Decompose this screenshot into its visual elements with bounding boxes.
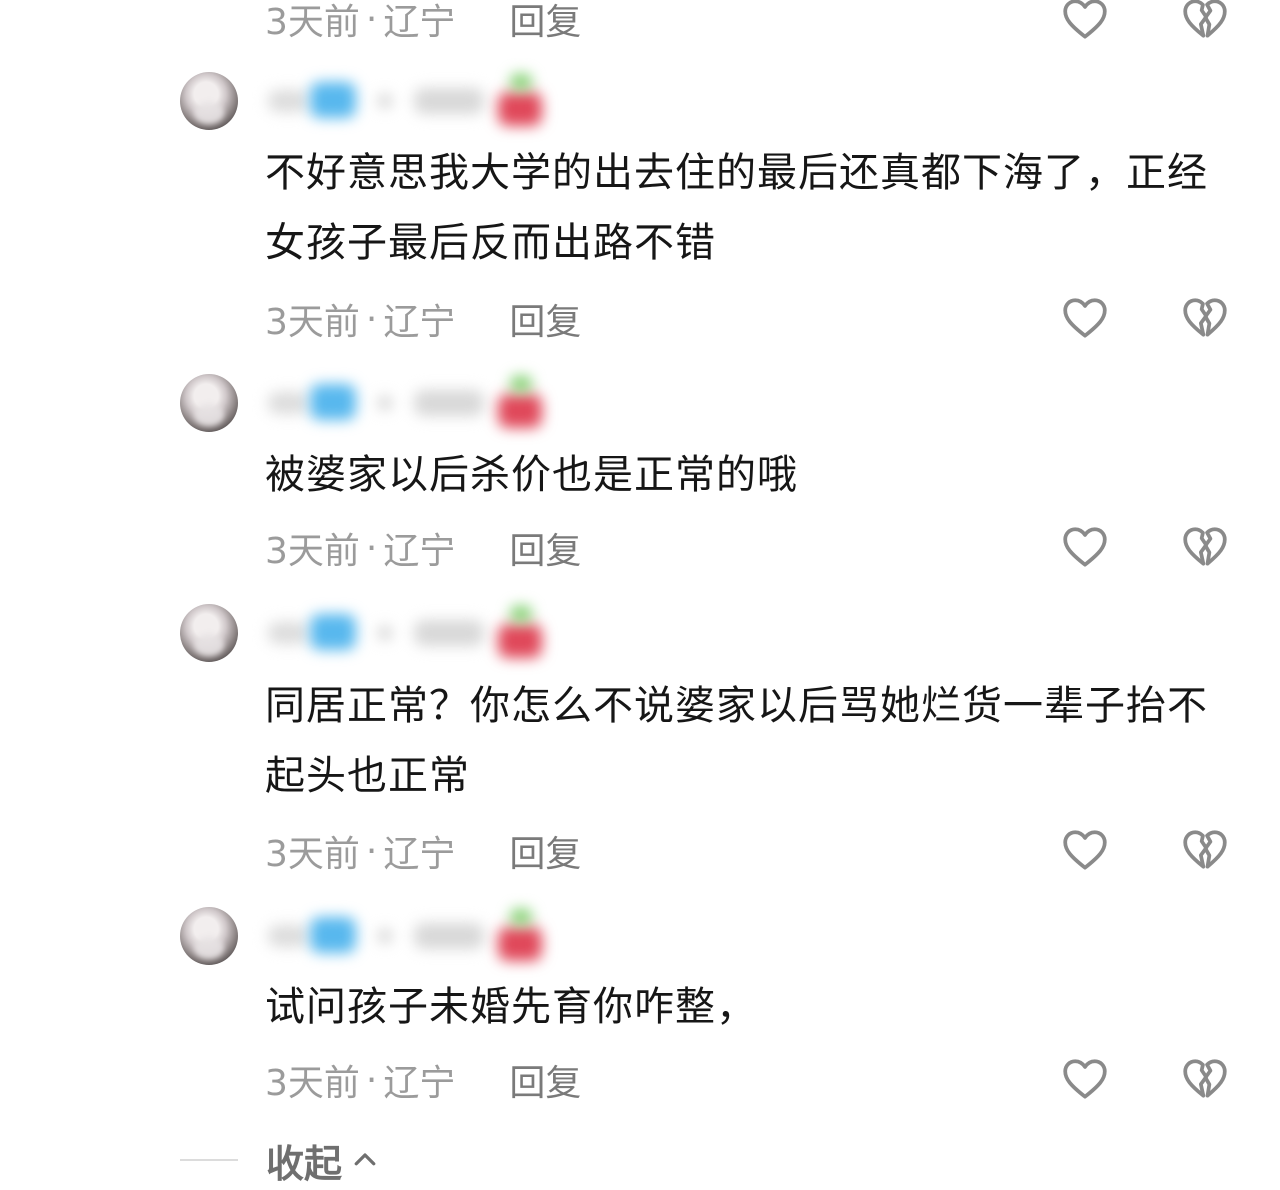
avatar[interactable] xyxy=(180,72,238,130)
meta-separator: · xyxy=(365,527,378,569)
dislike-button[interactable] xyxy=(1178,291,1232,345)
comment-time: 3天前 xyxy=(265,2,360,43)
meta-separator: · xyxy=(365,1059,378,1101)
comment-meta: 3天前 · 辽宁 回复 xyxy=(265,1055,581,1105)
comment-text: 不好意思我大学的出去住的最后还真都下海了，正经女孩子最后反而出路不错 xyxy=(265,150,1208,266)
comment-time: 3天前 xyxy=(265,531,360,572)
broken-heart-icon xyxy=(1183,0,1227,38)
comment-time: 3天前 xyxy=(265,1063,360,1104)
like-button[interactable] xyxy=(1058,1052,1112,1106)
dislike-button[interactable] xyxy=(1178,823,1232,877)
heart-outline-icon xyxy=(1063,0,1107,39)
reply-button[interactable]: 回复 xyxy=(509,293,581,345)
comment-text: 同居正常？你怎么不说婆家以后骂她烂货一辈子抬不起头也正常 xyxy=(265,683,1208,799)
comment-location: 辽宁 xyxy=(383,2,456,43)
broken-heart-icon xyxy=(1183,830,1227,869)
divider-line xyxy=(180,1159,238,1161)
heart-outline-icon xyxy=(1063,527,1107,567)
reply-button[interactable]: 回复 xyxy=(509,0,581,45)
broken-heart-icon xyxy=(1183,1059,1227,1098)
like-button[interactable] xyxy=(1058,520,1112,574)
username-blurred[interactable] xyxy=(248,907,548,965)
comment-text: 被婆家以后杀价也是正常的哦 xyxy=(265,452,798,498)
heart-outline-icon xyxy=(1063,298,1107,338)
comment-time: 3天前 xyxy=(265,834,360,875)
broken-heart-icon xyxy=(1183,527,1227,566)
dislike-button[interactable] xyxy=(1178,1052,1232,1106)
collapse-label: 收起 xyxy=(266,1141,343,1186)
username-blurred[interactable] xyxy=(248,374,548,432)
comment-text: 试问孩子未婚先育你咋整， xyxy=(265,984,757,1030)
comment-location: 辽宁 xyxy=(383,531,456,572)
comment-meta: 3天前 · 辽宁 回复 xyxy=(265,826,581,876)
comment-location: 辽宁 xyxy=(383,1063,456,1104)
meta-separator: · xyxy=(365,0,378,40)
comment-meta: 3天前 · 辽宁 回复 xyxy=(265,0,581,44)
comment-location: 辽宁 xyxy=(383,834,456,875)
heart-outline-icon xyxy=(1063,1059,1107,1099)
like-button[interactable] xyxy=(1058,0,1112,46)
broken-heart-icon xyxy=(1183,298,1227,337)
chevron-up-icon xyxy=(354,1153,376,1166)
avatar[interactable] xyxy=(180,604,238,662)
heart-outline-icon xyxy=(1063,830,1107,870)
comment-time: 3天前 xyxy=(265,302,360,343)
reply-button[interactable]: 回复 xyxy=(509,825,581,877)
like-button[interactable] xyxy=(1058,291,1112,345)
like-button[interactable] xyxy=(1058,823,1112,877)
reply-button[interactable]: 回复 xyxy=(509,522,581,574)
comment-location: 辽宁 xyxy=(383,302,456,343)
comment-meta: 3天前 · 辽宁 回复 xyxy=(265,523,581,573)
avatar[interactable] xyxy=(180,907,238,965)
collapse-replies-button[interactable]: 收起 xyxy=(180,1130,380,1190)
comment-meta: 3天前 · 辽宁 回复 xyxy=(265,294,581,344)
username-blurred[interactable] xyxy=(248,604,548,662)
reply-button[interactable]: 回复 xyxy=(509,1054,581,1106)
dislike-button[interactable] xyxy=(1178,520,1232,574)
username-blurred[interactable] xyxy=(248,72,548,130)
avatar[interactable] xyxy=(180,374,238,432)
meta-separator: · xyxy=(365,830,378,872)
dislike-button[interactable] xyxy=(1178,0,1232,46)
meta-separator: · xyxy=(365,298,378,340)
